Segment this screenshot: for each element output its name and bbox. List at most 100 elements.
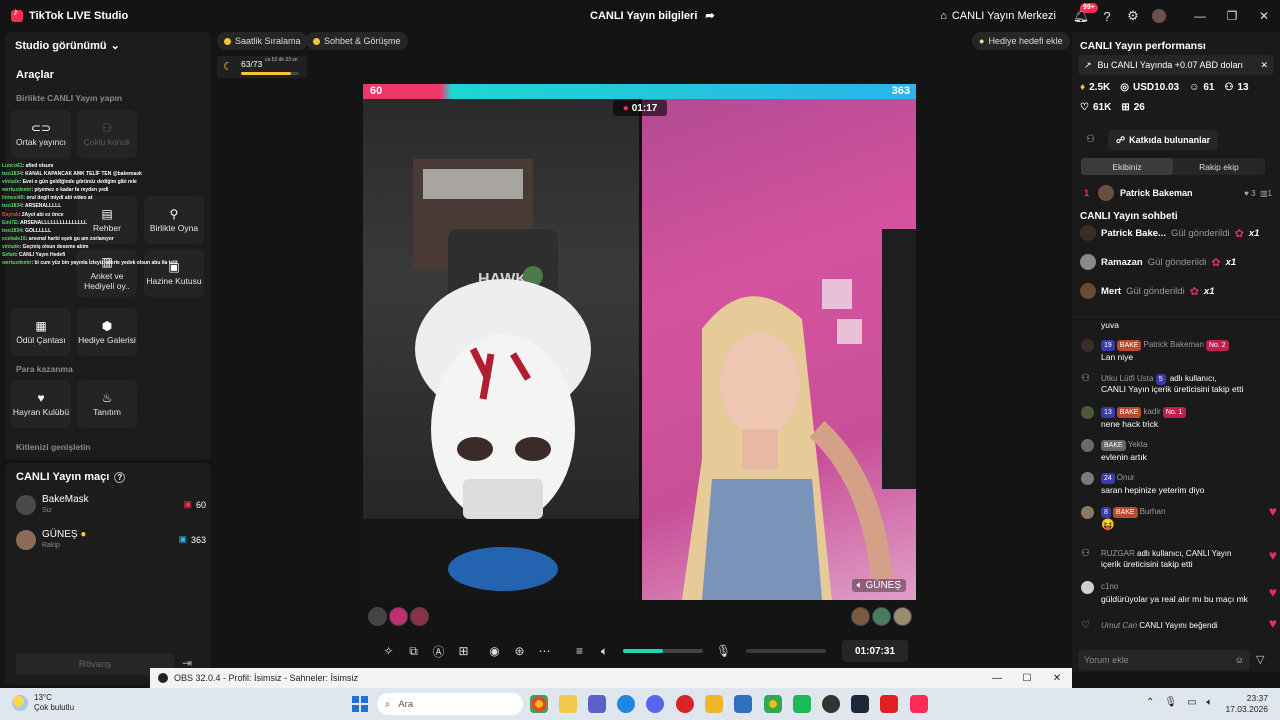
live-center-label: CANLI Yayın Merkezi (951, 10, 1056, 22)
chat-message[interactable]: 24 Onur saran hepinize yeterim diyo (1081, 472, 1271, 496)
tool-label: Ortak yayıncı (15, 136, 67, 147)
more-icon[interactable]: ⋯ (532, 639, 557, 663)
contributors-button[interactable]: ☍ Katkıda bulunanlar (1108, 130, 1219, 150)
close-icon[interactable]: ✕ (1260, 60, 1268, 71)
help-button[interactable]: ? (1096, 5, 1118, 27)
chevron-up-icon[interactable]: ⌃ (1146, 697, 1154, 708)
profile-avatar[interactable] (1148, 5, 1170, 27)
goal-progress-fill (241, 72, 291, 75)
record-icon[interactable]: ◉ (482, 639, 507, 663)
tool-promote[interactable]: ♨ Tanıtım (77, 380, 137, 428)
opera-icon[interactable] (676, 695, 694, 713)
start-button[interactable] (352, 696, 368, 712)
username: Burhan (1139, 507, 1166, 516)
clock[interactable]: 23:37 17.03.2026 (1206, 693, 1268, 715)
avatar (1081, 472, 1094, 485)
overlay-text: : afied olsunı (22, 163, 54, 169)
obs-minimize-button[interactable]: — (982, 673, 1012, 684)
steam-icon[interactable] (851, 695, 869, 713)
avatar (1080, 283, 1096, 299)
help-icon[interactable]: ? (114, 471, 126, 483)
youtube-icon[interactable] (880, 695, 898, 713)
level-badge: 8 (1101, 507, 1111, 518)
teams-icon[interactable] (588, 695, 606, 713)
tool-multi-guest[interactable]: ⚇ Çoklu konuk (77, 110, 137, 158)
overlay-text: : Geçmiş olsun deseme abim (19, 243, 89, 250)
obs-taskbar-icon[interactable] (822, 695, 840, 713)
tab-your-team[interactable]: Ekibiniz (1081, 158, 1173, 175)
chat-message[interactable]: 13 BAKE kadir No. 1 nene hack trick (1081, 406, 1271, 430)
overlay-chat-line: bso1834: KANAL KAPANCAK AMK TELİF TEN @b… (2, 170, 212, 178)
sliders-icon[interactable]: ≡ (567, 639, 592, 663)
speaker-icon[interactable]: 🔈︎ (592, 639, 617, 663)
volume-slider[interactable] (623, 649, 703, 653)
obs-maximize-button[interactable]: ☐ (1012, 673, 1042, 684)
mail-icon[interactable] (734, 695, 752, 713)
sun-icon: ● (80, 529, 87, 540)
microphone-icon[interactable]: 🎙︎ (1164, 697, 1177, 708)
settings-button[interactable]: ⚙ (1122, 5, 1144, 27)
comment-input[interactable]: Yorum ekle ☺ (1078, 650, 1250, 670)
tool-fan-club[interactable]: ♥ Hayran Kulübü (11, 380, 71, 428)
microphone-icon[interactable]: 🎙︎ (711, 639, 736, 663)
gifter-avatar[interactable] (851, 607, 870, 626)
weather-icon (12, 695, 28, 711)
gifter-avatar[interactable] (872, 607, 891, 626)
taskbar-search[interactable]: ⌕ Ara (377, 693, 523, 715)
filter-icon[interactable]: ▽ (1256, 653, 1264, 666)
gift-goal-widget: ☾ 63/73 ca 52 dk 33 sn (217, 56, 307, 78)
display-icon[interactable]: ▭ (1187, 697, 1196, 708)
mic-slider[interactable] (746, 649, 826, 653)
message-header: 8 BAKE Burhan (1101, 506, 1165, 518)
capture-icon[interactable]: ⊛ (507, 639, 532, 663)
gifter-avatar[interactable] (368, 607, 387, 626)
overlay-user: ecekale16 (2, 235, 26, 242)
goal-value: 63/73 (241, 59, 263, 69)
tool-reward-bag[interactable]: ▦ Ödül Çantası (11, 308, 71, 356)
studio-view-dropdown[interactable]: Studio görünümü ⌄ (15, 39, 120, 53)
store-icon[interactable] (559, 695, 577, 713)
minimize-button[interactable]: — (1184, 0, 1216, 32)
chat-message[interactable]: 8 BAKE Burhan 😝 ♥ (1081, 504, 1277, 534)
maximize-button[interactable]: ❐ (1216, 0, 1248, 32)
live-center-button[interactable]: ⌂ CANLI Yayın Merkezi (940, 10, 1056, 22)
chrome-profile-icon[interactable] (764, 695, 782, 713)
edge-icon[interactable] (617, 695, 635, 713)
hourly-ranking-button[interactable]: Saatlik Sıralama (217, 32, 308, 50)
emoji-icon[interactable]: ☺ (1235, 655, 1244, 665)
gifter-avatar[interactable] (389, 607, 408, 626)
chat-meet-button[interactable]: Sohbet & Görüşme (306, 32, 408, 50)
chat-message[interactable]: BAKE Yekta evlenin artık (1081, 439, 1271, 463)
tool-gift-gallery[interactable]: ⬢ Hediye Galerisi (77, 308, 137, 356)
chat-message[interactable]: 19 BAKE Patrick Bakeman No. 2 Lan niye (1081, 339, 1271, 363)
contributor-row[interactable]: 1 Patrick Bakeman ♥ 3 ▥1 (1084, 184, 1272, 202)
chrome-icon[interactable] (530, 695, 548, 713)
close-button[interactable]: ✕ (1248, 0, 1280, 32)
gifter-avatar[interactable] (410, 607, 429, 626)
discord-icon[interactable] (646, 695, 664, 713)
scene-edit-icon[interactable]: ⧉ (401, 639, 426, 663)
gifter-avatar[interactable] (893, 607, 912, 626)
tab-rival-team[interactable]: Rakip ekip (1173, 158, 1265, 175)
tiktok-taskbar-icon[interactable] (910, 695, 928, 713)
player-score-value: 60 (195, 499, 206, 510)
level-badge: 19 (1101, 340, 1115, 351)
tool-cohost[interactable]: ⊂⊃ Ortak yayıncı (11, 110, 71, 158)
tool-label: Ödül Çantası (16, 334, 66, 345)
notification-button[interactable]: 🔔︎ 99+ (1070, 3, 1098, 27)
live-info-title[interactable]: CANLI Yayın bilgileri ➦ (590, 9, 715, 23)
stat-value: 26 (1133, 102, 1145, 113)
weather-widget[interactable]: 13°C Çok bulutlu (12, 693, 74, 713)
magic-wand-icon[interactable]: ✧ (376, 639, 401, 663)
chat-message[interactable]: c1no güldürüyolar ya real alır mı bu maç… (1081, 581, 1277, 605)
contributors-icon: ⚇ (1086, 134, 1095, 145)
overlay-user: wertuzdemir (2, 260, 32, 267)
app-icon[interactable] (793, 695, 811, 713)
heart-icon: ♥ (1268, 615, 1277, 631)
add-gift-goal-button[interactable]: ● Hediye hedefi ekle (972, 32, 1070, 50)
ai-icon[interactable]: Ⓐ (426, 639, 451, 663)
obs-close-button[interactable]: ✕ (1042, 673, 1072, 684)
add-source-icon[interactable]: ⊞ (451, 639, 476, 663)
fan-badge: BAKE (1116, 340, 1142, 351)
folder-icon[interactable] (705, 695, 723, 713)
